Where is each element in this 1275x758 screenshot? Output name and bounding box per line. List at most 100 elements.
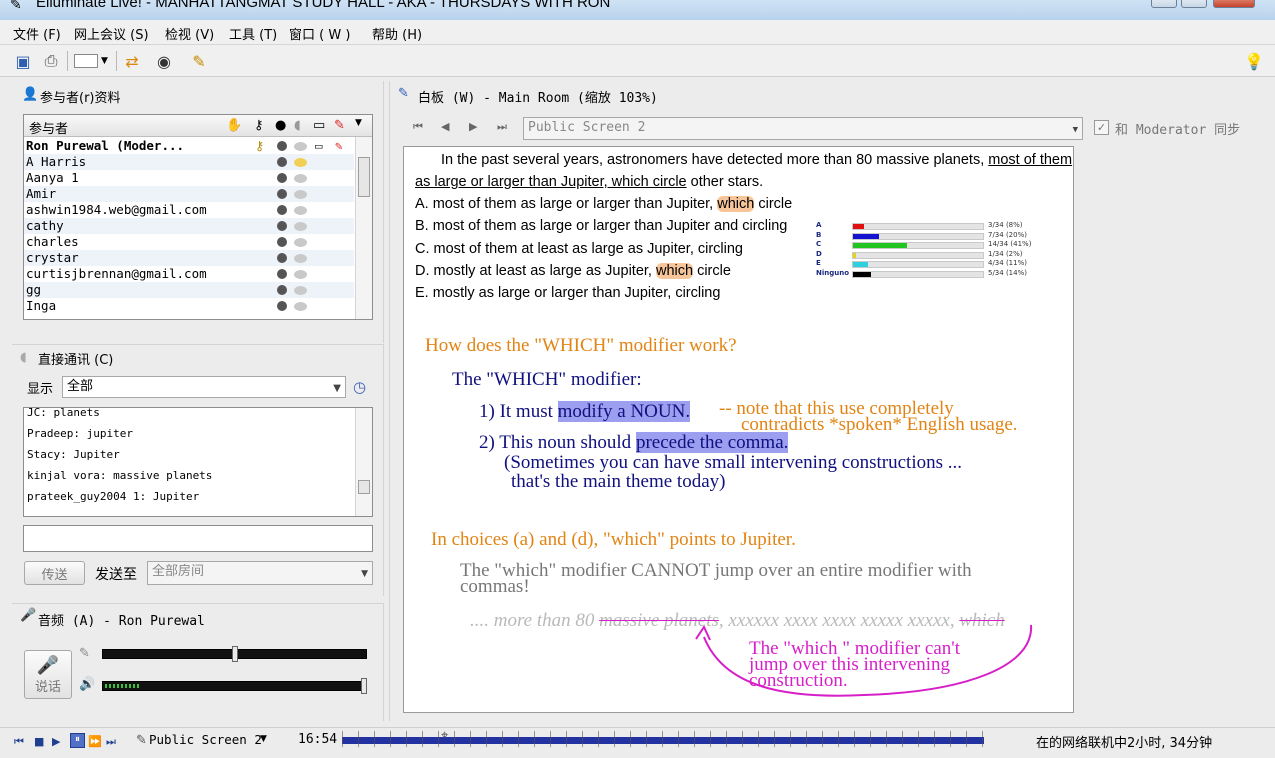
layout-dropdown[interactable]: ▼ [74,50,114,72]
status-screen[interactable]: Public Screen 2 [149,732,262,747]
chat-input[interactable] [23,525,373,552]
participant-row[interactable]: gg [24,282,354,298]
show-label: 显示 [27,382,54,397]
menu-view[interactable]: 检视 (V) [165,24,214,43]
audio-title: 音频 (A) - Ron Purewal [38,614,205,629]
pen-icon: ✎ [398,86,409,101]
participant-row[interactable]: ashwin1984.web@gmail.com [24,202,354,218]
timeline-ticks [342,731,984,747]
toolbar: ▣ ⎙ ▼ ⇄ ◉ ✎ 💡 [0,45,1275,77]
next-screen-icon[interactable]: ▶ [469,120,477,133]
end-icon[interactable]: ⏭ [106,735,116,749]
menu-file[interactable]: 文件 (F) [13,24,61,43]
chat-bubble-icon [294,142,307,151]
menu-tools[interactable]: 工具 (T) [229,24,277,43]
person-icon [277,157,287,167]
status-bar: ⏮ ■ ▶ ⏸ ⏩ ⏭ ✎ Public Screen 2 ▼ 16:54 ⌖ … [0,727,1275,758]
chat-bubble-icon [294,254,307,263]
minimize-button[interactable] [1151,0,1177,8]
person-icon [277,237,287,247]
participant-row[interactable]: Inga [24,298,354,314]
slider-thumb[interactable] [232,646,238,662]
participant-row[interactable]: charles [24,234,354,250]
speaker-icon: 🔊 [79,677,96,692]
send-to-select[interactable]: 全部房间 ▼ [147,561,373,585]
scroll-thumb[interactable] [358,157,370,197]
menu-meeting[interactable]: 网上会议 (S) [74,24,149,43]
mic-volume-slider[interactable] [102,646,367,662]
chevron-down-icon: ▼ [361,569,368,579]
participant-name: Amir [26,186,57,201]
print-icon[interactable]: ⎙ [40,50,62,72]
participant-name: Ron Purewal (Moder... [26,138,185,153]
menu-window[interactable]: 窗口 ( W ) [289,24,350,43]
chevron-down-icon[interactable]: ▼ [355,118,362,128]
participant-row[interactable]: Amir [24,186,354,202]
notes-icon[interactable]: ✎ [188,50,210,72]
share-folder-icon[interactable]: ⇄ [121,50,143,72]
talk-button[interactable]: 🎤 说话 [24,650,72,699]
timeline-bar[interactable] [342,731,984,747]
person-icon [277,141,287,151]
stop-icon[interactable]: ■ [34,735,44,748]
participants-title: 参与者(r)资料 [40,91,121,106]
prev-screen-icon[interactable]: ◀ [441,120,449,133]
first-screen-icon[interactable]: ⏮ [413,120,423,134]
scroll-thumb[interactable] [358,480,370,494]
participant-row[interactable]: A Harris [24,154,354,170]
clock-icon[interactable]: ◷ [353,378,366,396]
participant-name: curtisjbrennan@gmail.com [26,266,207,281]
slider-thumb[interactable] [361,678,367,694]
menu-bar: 文件 (F) 网上会议 (S) 检视 (V) 工具 (T) 窗口 ( W ) 帮… [0,20,1275,45]
participants-list: 参与者 ✋ ⚷ ● ◖ ▭ ✎ ▼ Ron Purewal (Moder... ⚷… [23,114,373,320]
participant-row[interactable]: curtisjbrennan@gmail.com [24,266,354,282]
speaker-level-meter [105,684,139,688]
talk-button-label: 说话 [34,679,61,695]
participant-name: A Harris [26,154,87,169]
timeline-marker-icon[interactable]: ⌖ [441,728,448,743]
maximize-button[interactable] [1181,0,1207,8]
play-icon[interactable]: ▶ [52,735,60,748]
participant-row[interactable]: Aanya 1 [24,170,354,186]
speaker-volume-slider[interactable] [102,678,367,694]
sync-checkbox[interactable]: ✓ [1094,120,1109,135]
person-icon [277,269,287,279]
chat-bubble-icon: ◖ [20,350,27,365]
menu-help[interactable]: 帮助 (H) [372,24,422,43]
participant-name: Aanya 1 [26,170,79,185]
chat-bubble-icon [294,286,307,295]
person-icon [277,173,287,183]
status-light-icon: 💡 [1244,51,1264,71]
participants-column-header: 参与者 [29,122,69,137]
participant-name: charles [26,234,79,249]
screen-select[interactable]: Public Screen 2 ▼ [523,117,1083,140]
rewind-icon[interactable]: ⏮ [14,735,24,749]
moderator-icon: ⚷ [255,138,265,153]
participant-row[interactable]: Ron Purewal (Moder... ⚷ ▭ ✎ [24,138,354,154]
screen-select-value: Public Screen 2 [528,120,646,135]
chat-filter-select[interactable]: 全部 ▼ [62,376,346,398]
participants-scrollbar[interactable] [355,137,372,319]
close-button[interactable] [1213,0,1255,8]
chat-bubble-icon [294,302,307,311]
chat-bubble-icon [294,222,307,231]
participant-row[interactable]: crystar [24,250,354,266]
chat-message: Stacy: Jupiter [27,448,120,461]
chat-title: 直接通讯 (C) [38,353,114,368]
save-icon[interactable]: ▣ [12,50,34,72]
person-icon [277,285,287,295]
chat-scrollbar[interactable] [355,408,372,516]
participant-row[interactable]: cathy [24,218,354,234]
chat-bubble-icon [294,190,307,199]
chat-bubble-icon [294,206,307,215]
person-icon [277,205,287,215]
microphone-icon: 🎤 [20,608,37,623]
splitter[interactable] [389,81,390,721]
send-button[interactable]: 传送 [24,561,85,585]
chevron-down-icon[interactable]: ▼ [260,734,267,744]
whiteboard-canvas[interactable]: In the past several years, astronomers h… [403,146,1074,713]
fast-forward-icon[interactable]: ⏩ [88,735,102,748]
pause-icon[interactable]: ⏸ [70,733,85,748]
last-screen-icon[interactable]: ⏭ [497,120,507,134]
webcam-icon[interactable]: ◉ [153,50,175,72]
